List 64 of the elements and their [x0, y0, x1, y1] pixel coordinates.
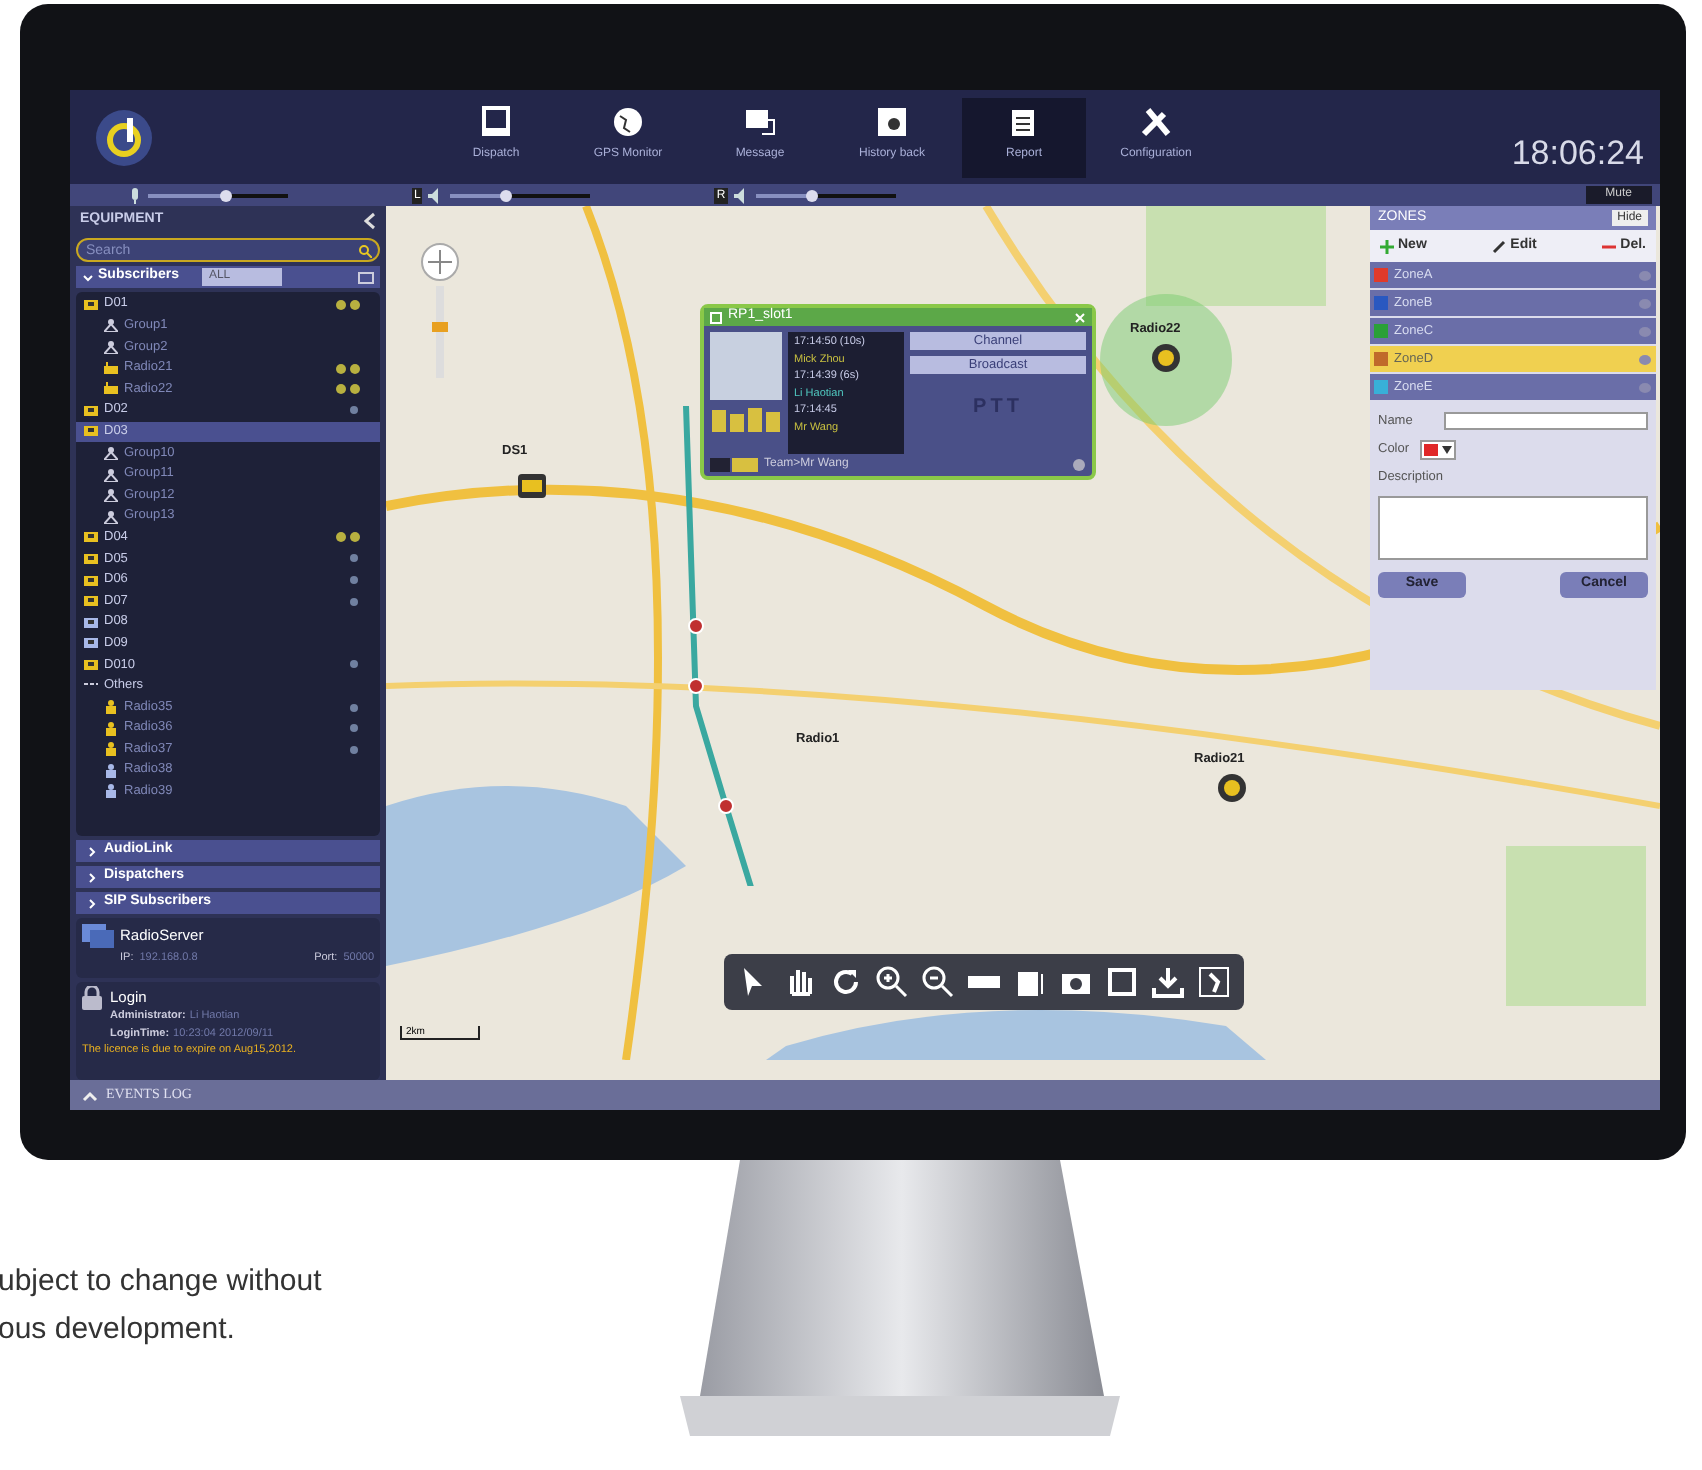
chevron-icon: [86, 871, 98, 883]
server-icon: [82, 924, 114, 948]
person-off-icon: [104, 763, 118, 778]
slider-thumb[interactable]: [500, 189, 513, 201]
dropdown-caret-icon: [1441, 445, 1452, 454]
download-icon[interactable]: [1150, 964, 1186, 1000]
device-icon: [84, 657, 98, 672]
chevron-icon: [82, 1089, 98, 1101]
device-icon: [84, 551, 98, 566]
person-icon: [104, 742, 118, 757]
waypoint-marker[interactable]: [688, 618, 704, 634]
refresh-icon[interactable]: [828, 964, 864, 1000]
level-meters-drawing: [710, 404, 782, 432]
name-field[interactable]: [1444, 412, 1648, 431]
waypoint-marker[interactable]: [688, 678, 704, 694]
collapse-icon[interactable]: [364, 211, 376, 229]
waypoint-marker[interactable]: [718, 798, 734, 814]
device-icon: [84, 530, 98, 545]
group-icon: [104, 318, 118, 333]
radio-marker-icon[interactable]: [1216, 772, 1248, 804]
frame-icon[interactable]: [1104, 964, 1140, 1000]
pencil-icon: [1492, 239, 1507, 253]
caption-text: ous development.: [0, 1312, 237, 1348]
group-icon: [104, 509, 118, 524]
clock: 18:06:24: [1511, 131, 1644, 176]
radio-icon: [104, 382, 118, 397]
exit-icon[interactable]: [1196, 964, 1232, 1000]
description-field[interactable]: [1378, 495, 1648, 559]
color-picker[interactable]: [1419, 439, 1456, 460]
person-icon: [104, 700, 118, 715]
window-icon[interactable]: [358, 271, 374, 283]
chevron-icon: [86, 897, 98, 909]
radio-icon: [104, 361, 118, 376]
tools-icon: [1138, 103, 1174, 139]
group-icon: [104, 339, 118, 354]
app-logo: [94, 107, 154, 167]
offline-icon: [84, 636, 98, 651]
device-icon: [84, 424, 98, 439]
offline-icon: [84, 615, 98, 630]
device-icon: [84, 594, 98, 609]
slider-thumb[interactable]: [219, 189, 231, 201]
slider-thumb[interactable]: [805, 189, 818, 201]
device-icon: [84, 297, 98, 312]
device-marker-icon[interactable]: [516, 470, 548, 502]
caption-text: ubject to change without: [0, 1264, 324, 1300]
device-icon: [84, 573, 98, 588]
device-icon: [84, 403, 98, 418]
group-icon: [104, 445, 118, 460]
window-icon: [710, 311, 722, 323]
microphone-icon: [126, 187, 142, 203]
lock-icon: [82, 986, 102, 1010]
plus-icon: [1380, 239, 1394, 253]
person-icon: [104, 721, 118, 736]
close-icon[interactable]: [1074, 311, 1086, 323]
group-icon: [104, 467, 118, 482]
person-off-icon: [104, 784, 118, 799]
chevron-icon: [86, 845, 98, 857]
photo-placeholder: [710, 332, 782, 400]
search-icon[interactable]: [358, 243, 372, 257]
zoom-out-icon[interactable]: [920, 964, 956, 1000]
group-icon: [104, 488, 118, 503]
zoom-in-icon[interactable]: [874, 964, 910, 1000]
chevron-icon: [82, 271, 94, 283]
radio-marker-icon[interactable]: [1150, 342, 1182, 374]
